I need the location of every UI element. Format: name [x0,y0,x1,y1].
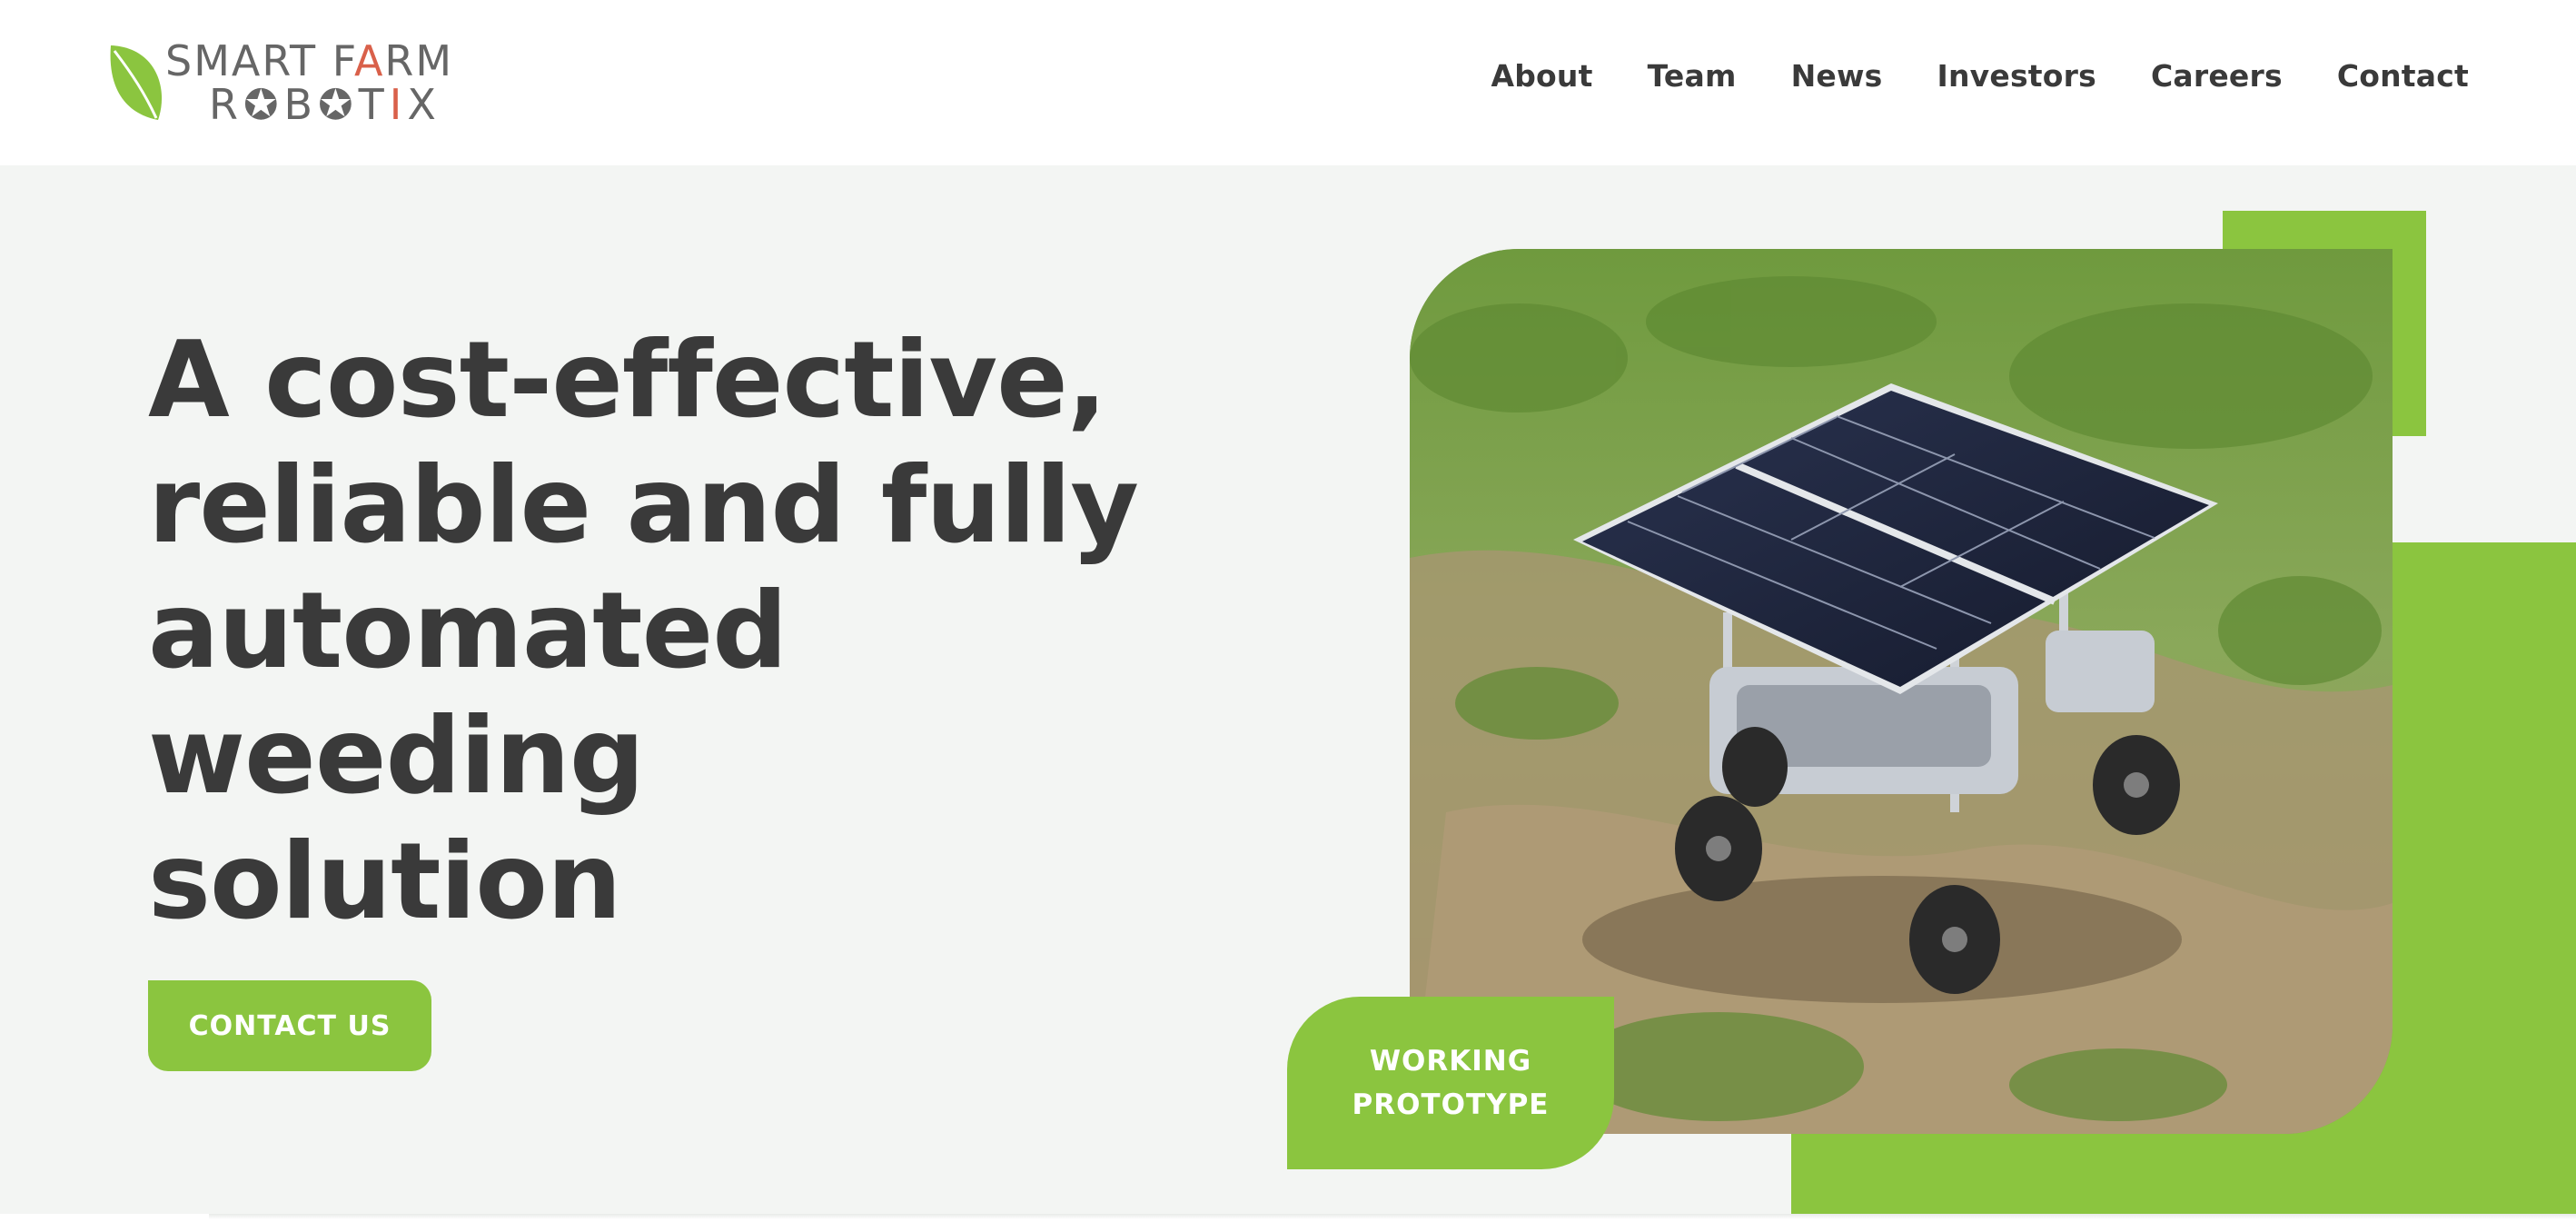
nav-link-news[interactable]: News [1791,58,1883,94]
hero-headline: A cost-effective, reliable and fully aut… [148,319,1139,943]
brand-name-line2: R✪B✪TIX [209,80,441,129]
nav-link-contact[interactable]: Contact [2337,58,2469,94]
main-nav: About Team News Investors Careers Contac… [1491,58,2469,94]
brand-name-line1: SMART FARM [165,36,454,85]
section-divider [0,1214,2576,1232]
gear-icon: ✪ [318,80,359,129]
badge-line-2: PROTOTYPE [1352,1088,1550,1121]
nav-link-team[interactable]: Team [1648,58,1737,94]
working-prototype-badge: WORKING PROTOTYPE [1287,997,1614,1169]
nav-link-about[interactable]: About [1491,58,1592,94]
brand-logo[interactable]: SMART FARM R✪B✪TIX [102,33,483,133]
gear-icon: ✪ [243,80,284,129]
hero-section: A cost-effective, reliable and fully aut… [0,165,2576,1214]
leaf-icon [110,45,163,120]
site-header: SMART FARM R✪B✪TIX About Team News Inves… [0,0,2576,165]
nav-link-careers[interactable]: Careers [2151,58,2283,94]
contact-us-button[interactable]: CONTACT US [148,980,431,1071]
badge-line-1: WORKING [1369,1045,1532,1078]
nav-link-investors[interactable]: Investors [1937,58,2096,94]
